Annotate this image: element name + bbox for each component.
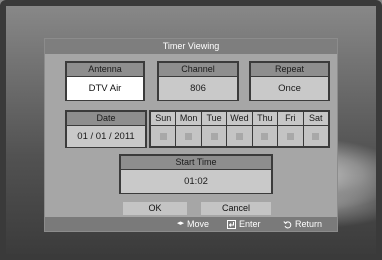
move-hint-label: Move: [187, 219, 210, 229]
timer-viewing-dialog: Timer Viewing Antenna DTV Air Channel 80…: [44, 38, 338, 232]
return-hint-label: Return: [295, 219, 323, 229]
day-thu[interactable]: Thu: [252, 112, 278, 146]
day-mon[interactable]: Mon: [176, 112, 201, 146]
day-checkbox[interactable]: [261, 132, 269, 140]
channel-value: 806: [159, 77, 237, 100]
enter-hint-label: Enter: [239, 219, 261, 229]
channel-label: Channel: [159, 63, 237, 77]
day-checkbox[interactable]: [235, 132, 243, 140]
antenna-field[interactable]: Antenna DTV Air: [65, 61, 145, 101]
dialog-footer: ◂▸ Move Enter Return: [45, 217, 337, 231]
day-wed[interactable]: Wed: [227, 112, 252, 146]
day-label: Mon: [176, 112, 201, 125]
antenna-value: DTV Air: [67, 77, 143, 100]
channel-field[interactable]: Channel 806: [157, 61, 239, 101]
day-fri[interactable]: Fri: [278, 112, 303, 146]
repeat-value: Once: [251, 77, 328, 100]
start-time-label: Start Time: [121, 156, 271, 170]
day-label: Sun: [151, 112, 176, 125]
cancel-button[interactable]: Cancel: [201, 202, 271, 215]
day-checkbox[interactable]: [286, 132, 294, 140]
day-checkbox[interactable]: [312, 132, 320, 140]
move-hint: ◂▸ Move: [177, 217, 209, 231]
left-right-arrows-icon: ◂▸: [177, 220, 185, 227]
date-field[interactable]: Date 01 / 01 / 2011: [65, 110, 147, 148]
day-sat[interactable]: Sat: [303, 112, 328, 146]
dialog-title: Timer Viewing: [45, 39, 337, 54]
enter-icon: [227, 219, 236, 229]
weekday-selector: Sun Mon Tue Wed Thu Fri Sat: [149, 110, 330, 148]
day-sun[interactable]: Sun: [151, 112, 176, 146]
start-time-field[interactable]: Start Time 01:02: [119, 154, 273, 194]
day-checkbox[interactable]: [210, 132, 218, 140]
day-label: Thu: [252, 112, 278, 125]
day-label: Tue: [201, 112, 227, 125]
day-checkbox[interactable]: [159, 132, 167, 140]
start-time-value: 01:02: [121, 170, 271, 193]
day-label: Sat: [303, 112, 328, 125]
day-checkbox[interactable]: [185, 132, 193, 140]
date-label: Date: [67, 112, 145, 126]
return-hint: Return: [283, 217, 322, 231]
enter-hint: Enter: [227, 217, 261, 231]
repeat-field[interactable]: Repeat Once: [249, 61, 330, 101]
ok-button[interactable]: OK: [123, 202, 187, 215]
return-icon: [283, 220, 292, 228]
repeat-label: Repeat: [251, 63, 328, 77]
day-label: Wed: [227, 112, 252, 125]
day-tue[interactable]: Tue: [201, 112, 227, 146]
antenna-label: Antenna: [67, 63, 143, 77]
day-label: Fri: [278, 112, 303, 125]
date-value: 01 / 01 / 2011: [67, 126, 145, 147]
